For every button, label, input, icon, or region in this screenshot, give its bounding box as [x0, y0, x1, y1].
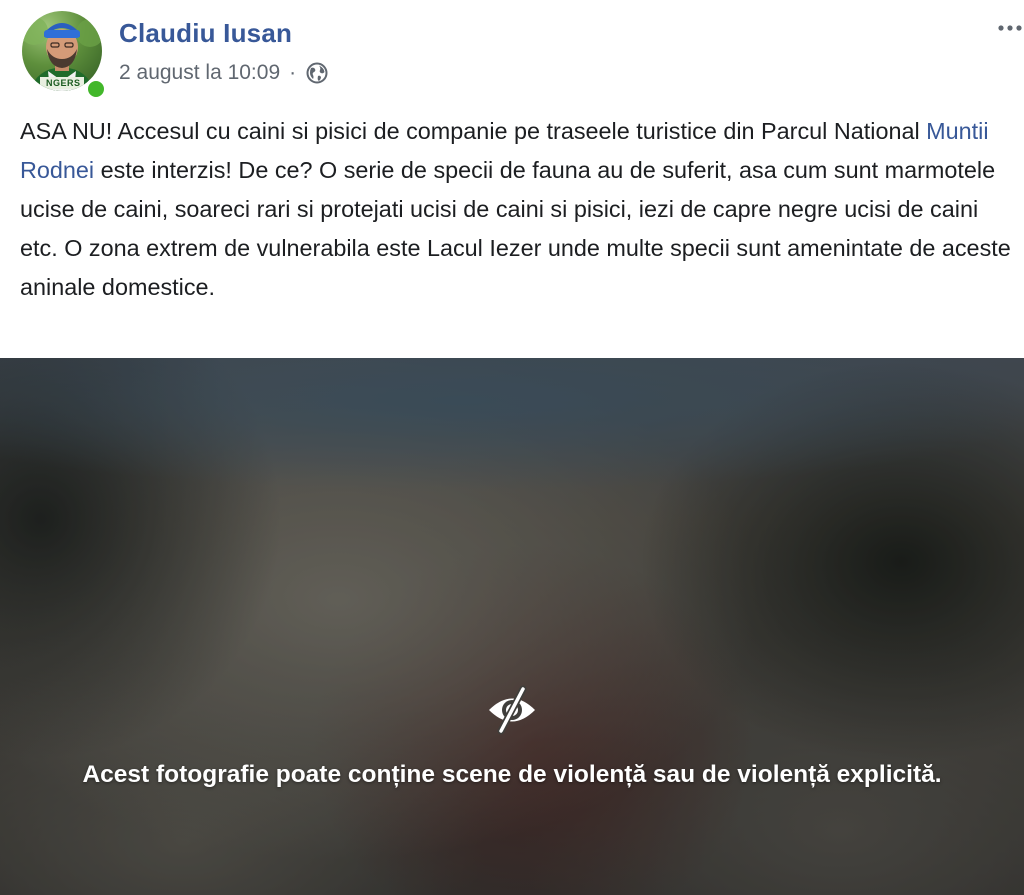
post-text: ASA NU! Accesul cu caini si pisici de co… [20, 112, 1016, 307]
online-status-indicator [85, 78, 107, 100]
meta-separator: · [289, 61, 297, 84]
post-timestamp[interactable]: 2 august la 10:09 [119, 61, 280, 85]
photo-overlay [0, 358, 1024, 895]
facebook-post: NGERS Claudiu Iusan 2 august la 10:09 · [0, 0, 1024, 895]
post-text-part1: ASA NU! Accesul cu caini si pisici de co… [20, 118, 927, 144]
more-horizontal-icon[interactable] [996, 14, 1024, 42]
globe-icon[interactable] [305, 61, 329, 85]
blurred-photo[interactable]: Acest fotografie poate conține scene de … [0, 358, 1024, 895]
author-avatar[interactable]: NGERS [22, 11, 107, 100]
eye-slash-icon [487, 685, 537, 735]
sensitive-content-warning: Acest fotografie poate conține scene de … [82, 761, 942, 788]
post-meta: 2 august la 10:09 · [119, 60, 329, 86]
post-text-part2: este interzis! De ce? O serie de specii … [20, 157, 1011, 300]
avatar-badge-text: NGERS [46, 78, 81, 88]
author-name[interactable]: Claudiu Iusan [119, 18, 292, 49]
post-header: NGERS Claudiu Iusan 2 august la 10:09 · [0, 0, 1024, 100]
